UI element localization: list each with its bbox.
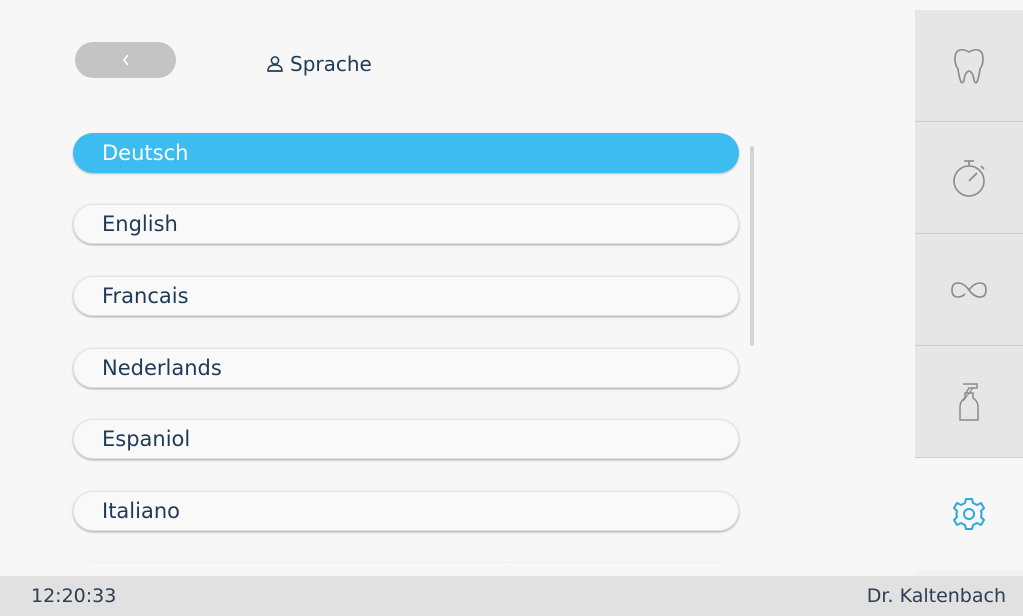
clock-time: 12:20:33	[31, 585, 117, 607]
user-name: Dr. Kaltenbach	[866, 585, 1006, 607]
language-option-nederlands[interactable]: Nederlands	[73, 348, 739, 388]
language-option-english[interactable]: English	[73, 204, 739, 244]
tooth-icon	[954, 48, 984, 83]
sidebar-tab-timer[interactable]	[915, 122, 1023, 234]
page-title-text: Sprache	[290, 52, 372, 76]
language-label: Nederlands	[102, 356, 222, 380]
sidebar-top-gap	[915, 0, 1023, 10]
language-option-deutsch[interactable]: Deutsch	[73, 133, 739, 173]
spray-bottle-icon	[959, 382, 979, 421]
status-bar: 12:20:33 Dr. Kaltenbach	[0, 576, 1023, 616]
page-title: Sprache	[266, 52, 372, 76]
stopwatch-icon	[953, 159, 985, 197]
language-label: Deutsch	[102, 141, 189, 165]
language-label: Francais	[102, 284, 189, 308]
language-option-francais[interactable]: Francais	[73, 276, 739, 316]
scrollbar[interactable]	[750, 146, 754, 346]
gear-icon	[953, 498, 985, 530]
sidebar-tab-spray[interactable]	[915, 346, 1023, 458]
language-option-italiano[interactable]: Italiano	[73, 491, 739, 531]
language-label: Espaniol	[102, 427, 191, 451]
sidebar-tab-tooth[interactable]	[915, 10, 1023, 122]
main-panel: Sprache Deutsch English Francais Nederla…	[0, 0, 915, 576]
back-button[interactable]	[75, 42, 176, 78]
sidebar-tab-infinity[interactable]	[915, 234, 1023, 346]
sidebar	[915, 10, 1023, 576]
language-label: Italiano	[102, 499, 180, 523]
language-option-espaniol[interactable]: Espaniol	[73, 419, 739, 459]
sidebar-tab-settings[interactable]	[915, 458, 1023, 570]
infinity-icon	[951, 281, 987, 298]
language-label: English	[102, 212, 178, 236]
list-fade	[0, 548, 915, 576]
chevron-left-icon	[122, 54, 129, 66]
user-icon	[267, 56, 283, 72]
